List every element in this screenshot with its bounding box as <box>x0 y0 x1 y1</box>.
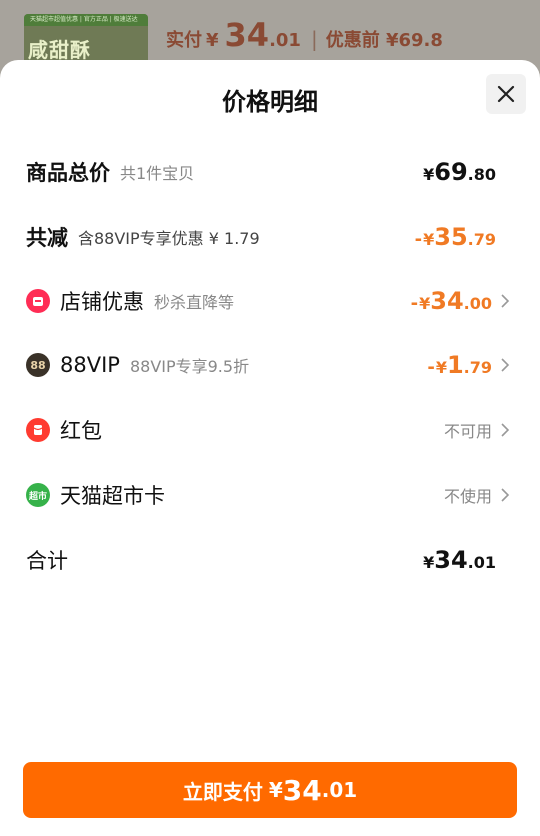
vip-label: 88VIP <box>60 353 120 377</box>
paid-integer: 34 <box>224 16 270 54</box>
price-detail-sheet: 价格明细 商品总价 共1件宝贝 ¥ 69 .80 共减 含88VIP专享优惠 ¥… <box>0 60 540 836</box>
row-sum: 合计 ¥ 34 .01 <box>26 540 514 580</box>
sum-amount: ¥ 34 .01 <box>423 540 496 580</box>
amount-decimal: .79 <box>463 358 492 377</box>
supermarket-card-icon: 超市 <box>26 483 50 507</box>
vip-discount-amount: - ¥ 1 .79 <box>427 345 514 385</box>
amount-integer: 69 <box>434 158 468 186</box>
amount-integer: 1 <box>446 351 464 379</box>
row-total-discount: 共减 含88VIP专享优惠 ¥ 1.79 - ¥ 35 .79 <box>26 217 514 257</box>
row-goods-total: 商品总价 共1件宝贝 ¥ 69 .80 <box>26 152 514 192</box>
close-icon <box>497 85 515 103</box>
store-icon <box>26 289 50 313</box>
pay-now-button[interactable]: 立即支付 ¥ 34 .01 <box>23 762 517 818</box>
amount-integer: 34 <box>434 546 468 574</box>
amount-decimal: .01 <box>467 553 496 572</box>
currency-symbol: ¥ <box>419 294 431 313</box>
thumbnail-banner: 天猫超市超值优惠 | 官方正品 | 极速送达 <box>24 14 148 26</box>
chevron-right-icon <box>501 358 510 372</box>
vip88-icon: 88 <box>26 353 50 377</box>
sheet-title: 价格明细 <box>222 88 318 116</box>
store-discount-note: 秒杀直降等 <box>154 293 235 312</box>
minus-sign: - <box>410 293 419 314</box>
supermarket-card-status: 不使用 <box>444 475 514 515</box>
red-packet-status: 不可用 <box>444 410 514 450</box>
red-packet-label: 红包 <box>60 419 102 443</box>
paid-currency: ¥ <box>206 30 219 51</box>
close-button[interactable] <box>486 74 526 114</box>
vip-note: 88VIP专享9.5折 <box>129 357 250 376</box>
currency-symbol: ¥ <box>435 358 447 377</box>
pay-currency: ¥ <box>268 778 283 802</box>
chevron-right-icon <box>501 294 510 308</box>
paid-decimal: .01 <box>269 30 301 51</box>
currency-symbol: ¥ <box>423 230 435 249</box>
pay-now-label: 立即支付 <box>182 779 263 804</box>
price-separator: | <box>310 27 318 51</box>
status-text: 不可用 <box>443 422 492 441</box>
status-text: 不使用 <box>443 487 492 506</box>
sum-label: 合计 <box>26 549 68 573</box>
minus-sign: - <box>427 357 435 378</box>
background-paid-price: 实付 ¥ 34 .01 | 优惠前 ¥69.8 <box>166 16 443 56</box>
chevron-right-icon <box>501 488 510 502</box>
goods-total-label: 商品总价 <box>26 161 110 185</box>
red-packet-icon <box>26 418 50 442</box>
amount-decimal: .80 <box>467 165 496 184</box>
currency-symbol: ¥ <box>423 165 435 184</box>
goods-total-amount: ¥ 69 .80 <box>423 152 496 192</box>
minus-sign: - <box>414 229 423 250</box>
pay-integer: 34 <box>282 773 322 807</box>
vip-discount-note: 含88VIP专享优惠 ¥ 1.79 <box>78 229 260 248</box>
paid-label: 实付 <box>166 30 202 51</box>
chevron-right-icon <box>501 423 510 437</box>
row-store-discount[interactable]: 店铺优惠 秒杀直降等 - ¥ 34 .00 <box>26 281 514 321</box>
thumbnail-product-name: 咸甜酥 <box>28 38 91 62</box>
goods-count: 共1件宝贝 <box>120 164 195 183</box>
amount-decimal: .00 <box>463 294 492 313</box>
row-supermarket-card[interactable]: 超市 天猫超市卡 不使用 <box>26 475 514 515</box>
price-before-discount: 优惠前 ¥69.8 <box>325 30 443 51</box>
pay-decimal: .01 <box>321 778 358 802</box>
total-discount-label: 共减 <box>26 226 68 250</box>
amount-integer: 35 <box>434 223 468 251</box>
currency-symbol: ¥ <box>423 553 435 572</box>
amount-decimal: .79 <box>467 230 496 249</box>
row-88vip[interactable]: 88 88VIP 88VIP专享9.5折 - ¥ 1 .79 <box>26 345 514 385</box>
total-discount-amount: - ¥ 35 .79 <box>415 217 496 257</box>
store-discount-amount: - ¥ 34 .00 <box>411 281 514 321</box>
row-red-packet[interactable]: 红包 不可用 <box>26 410 514 450</box>
store-discount-label: 店铺优惠 <box>60 290 144 314</box>
amount-integer: 34 <box>430 287 464 315</box>
supermarket-card-label: 天猫超市卡 <box>60 484 165 508</box>
